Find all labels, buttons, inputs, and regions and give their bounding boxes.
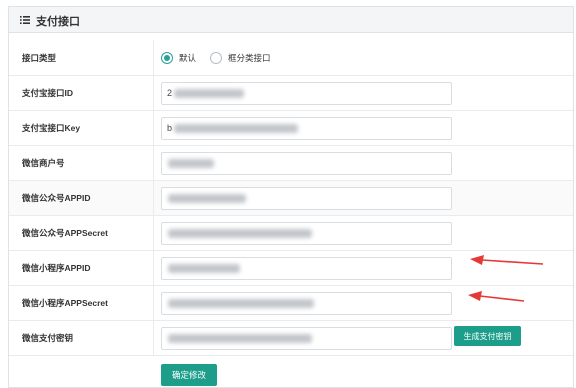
mini-secret-label: 微信小程序APPSecret (9, 286, 154, 320)
blurred-value (168, 159, 214, 168)
wechat-secret-label: 微信公众号APPSecret (9, 216, 154, 250)
wechat-appid-label: 微信公众号APPID (9, 181, 154, 215)
interface-type-label: 接口类型 (9, 40, 154, 75)
row-wechat-merchant: 微信商户号 (9, 146, 573, 181)
blurred-value (168, 229, 312, 238)
radio-category-interface[interactable] (210, 51, 223, 64)
wechat-merchant-input[interactable] (161, 152, 452, 175)
alipay-id-input[interactable]: 2 (161, 82, 452, 105)
annotation-arrow-icon (468, 291, 525, 302)
wechat-merchant-label: 微信商户号 (9, 146, 154, 180)
row-wechat-appid: 微信公众号APPID (9, 181, 573, 216)
save-button[interactable]: 确定修改 (161, 364, 217, 386)
annotation-arrow-icon (470, 255, 544, 265)
blurred-value (168, 194, 246, 203)
row-wechat-secret: 微信公众号APPSecret (9, 216, 573, 251)
mini-appid-label: 微信小程序APPID (9, 251, 154, 285)
panel-header: 支付接口 (9, 7, 573, 33)
list-icon (20, 16, 30, 24)
payment-settings-panel: 支付接口 接口类型 默认 框分类接口 支付宝接口ID 2 支付宝接口Key b … (8, 6, 574, 388)
radio-default-label[interactable]: 默认 (179, 52, 196, 64)
mini-appid-input[interactable] (161, 257, 452, 280)
blurred-value (168, 334, 312, 343)
pay-key-input[interactable] (161, 327, 452, 350)
alipay-key-input[interactable]: b (161, 117, 452, 140)
alipay-id-value-prefix: 2 (167, 88, 173, 98)
alipay-key-label: 支付宝接口Key (9, 111, 154, 145)
pay-key-label: 微信支付密钥 (9, 321, 154, 355)
row-alipay-key: 支付宝接口Key b (9, 111, 573, 146)
wechat-secret-input[interactable] (161, 222, 452, 245)
radio-default[interactable] (161, 51, 173, 64)
blurred-value (168, 299, 314, 308)
mini-secret-input[interactable] (161, 292, 452, 315)
row-alipay-id: 支付宝接口ID 2 (9, 76, 573, 111)
blurred-value (174, 124, 298, 133)
alipay-key-value-prefix: b (167, 123, 173, 133)
interface-type-radio-group: 默认 框分类接口 (161, 40, 285, 75)
wechat-appid-input[interactable] (161, 187, 452, 210)
blurred-value (168, 264, 240, 273)
panel-title: 支付接口 (36, 16, 80, 28)
blurred-value (174, 89, 244, 98)
radio-category-interface-label[interactable]: 框分类接口 (228, 52, 271, 64)
alipay-id-label: 支付宝接口ID (9, 76, 154, 110)
row-interface-type: 接口类型 默认 框分类接口 (9, 40, 573, 76)
generate-pay-key-button[interactable]: 生成支付密钥 (454, 326, 521, 346)
